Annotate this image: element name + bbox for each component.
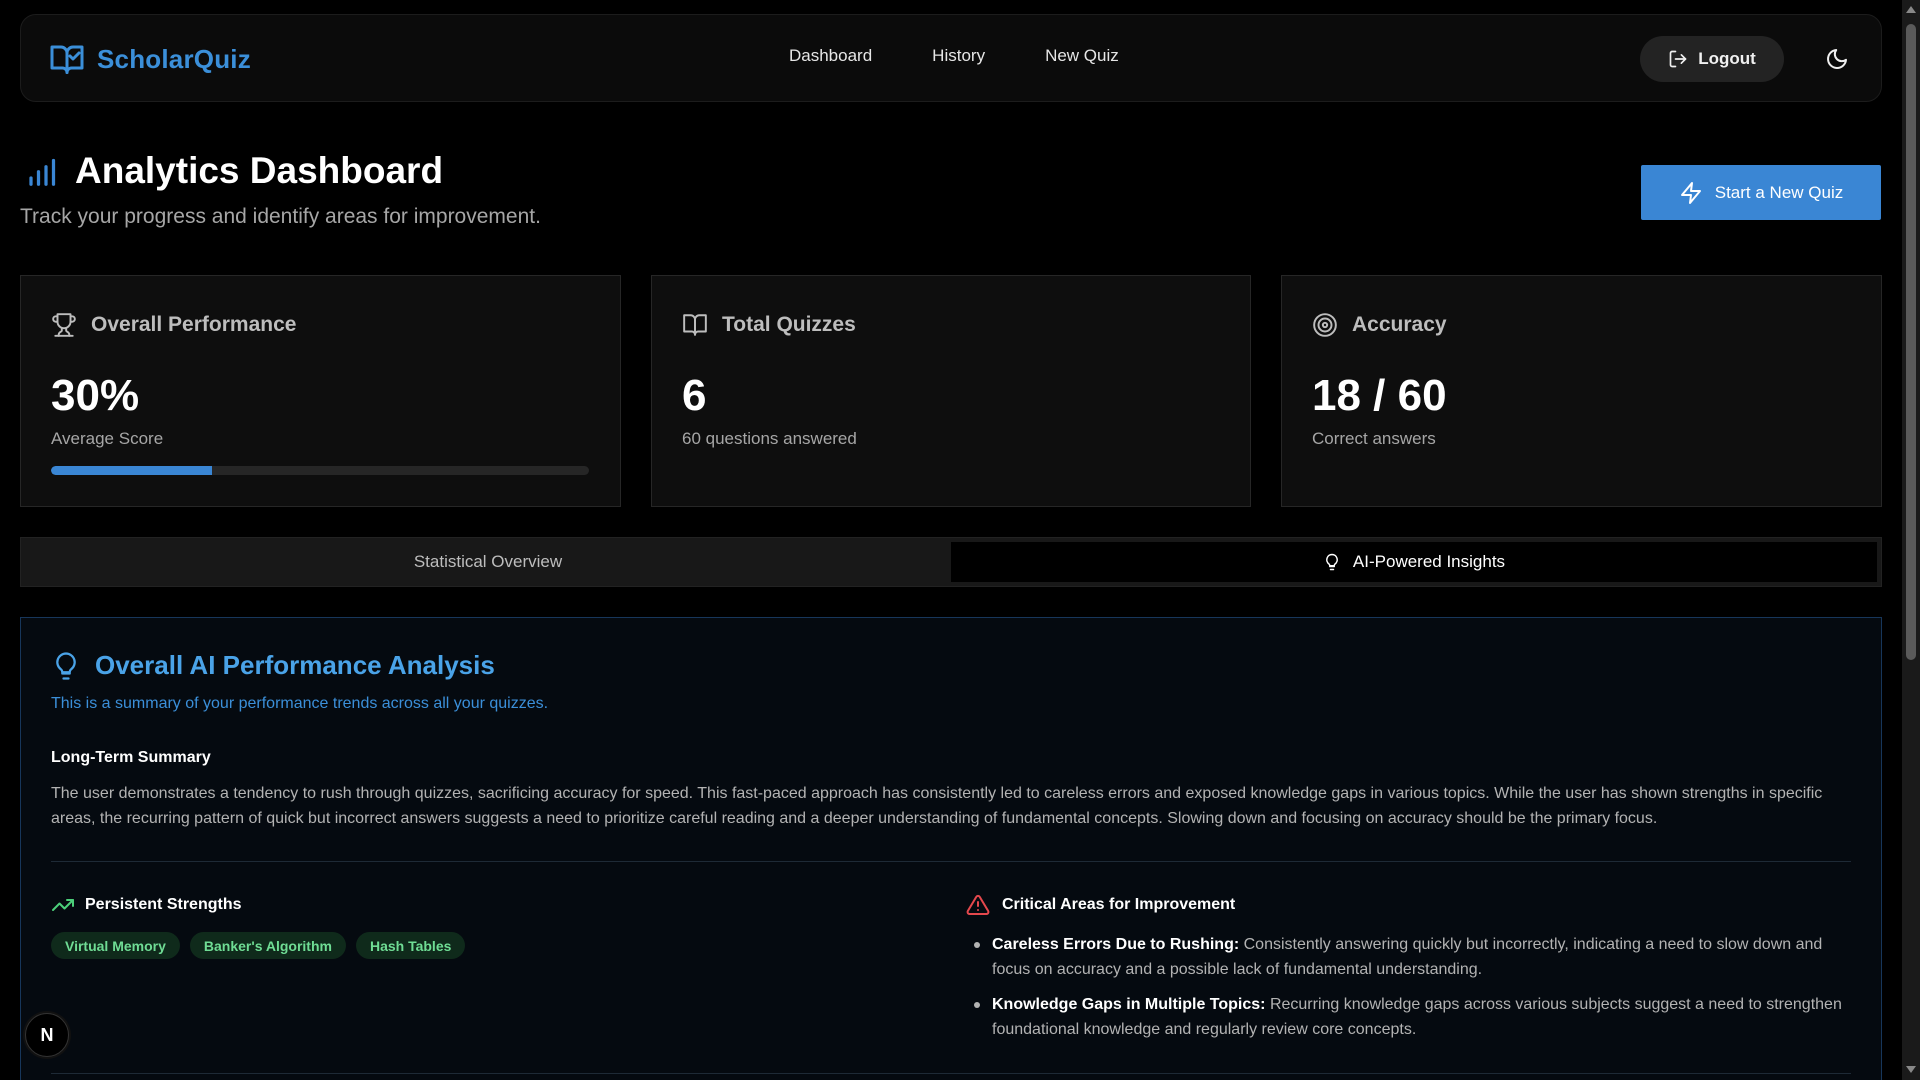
- ai-analysis-panel: Overall AI Performance Analysis This is …: [20, 617, 1882, 1080]
- nextjs-dev-badge[interactable]: N: [25, 1013, 69, 1057]
- improvement-heading: Critical Areas for Improvement: [1002, 896, 1236, 913]
- trending-up-icon: [52, 899, 74, 911]
- improvement-header: Critical Areas for Improvement: [966, 893, 1235, 917]
- page-subtitle: Track your progress and identify areas f…: [20, 205, 541, 228]
- brand-name: ScholarQuiz: [97, 43, 251, 74]
- ai-title-row: Overall AI Performance Analysis: [51, 650, 495, 681]
- lightbulb-icon: [1326, 553, 1338, 571]
- nav-dashboard[interactable]: Dashboard: [789, 46, 872, 66]
- scrollbar-thumb[interactable]: [1906, 24, 1916, 660]
- bar-chart-icon: [29, 158, 56, 186]
- overall-performance-card: Overall Performance 30% Average Score: [20, 275, 621, 507]
- accuracy-caption: Correct answers: [1312, 429, 1436, 448]
- lightbulb-icon: [56, 651, 76, 680]
- nav-links: Dashboard History New Quiz: [789, 46, 1119, 66]
- dashboard-tabs: Statistical Overview AI-Powered Insights: [20, 537, 1882, 587]
- alert-triangle-icon: [966, 894, 990, 915]
- trophy-icon: [52, 313, 76, 337]
- ai-panel-description: This is a summary of your performance tr…: [51, 695, 549, 712]
- improvement-list: Careless Errors Due to Rushing: Consiste…: [972, 932, 1862, 1052]
- start-new-quiz-button[interactable]: Start a New Quiz: [1641, 165, 1881, 220]
- list-item: Knowledge Gaps in Multiple Topics: Recur…: [972, 992, 1862, 1042]
- strengths-heading: Persistent Strengths: [85, 896, 242, 913]
- total-quizzes-value: 6: [682, 371, 707, 420]
- ai-panel-title: Overall AI Performance Analysis: [95, 650, 495, 680]
- bullet: [974, 1002, 980, 1008]
- divider: [51, 1073, 1851, 1074]
- logout-label: Logout: [1698, 49, 1756, 68]
- card-header: Overall Performance: [51, 312, 296, 338]
- moon-icon: [1827, 49, 1847, 69]
- page-title: Analytics Dashboard: [75, 150, 444, 191]
- target-icon: [1313, 313, 1337, 337]
- top-navbar: ScholarQuiz Dashboard History New Quiz L…: [20, 14, 1882, 102]
- long-term-summary-text: The user demonstrates a tendency to rush…: [51, 785, 1823, 827]
- nav-history[interactable]: History: [932, 46, 985, 66]
- improvement-title: Careless Errors Due to Rushing:: [992, 936, 1240, 953]
- tab-ai-insights[interactable]: AI-Powered Insights: [951, 542, 1877, 582]
- tab-label: AI-Powered Insights: [1352, 552, 1506, 571]
- nav-new-quiz[interactable]: New Quiz: [1045, 46, 1119, 66]
- bullet: [974, 942, 980, 948]
- strengths-header: Persistent Strengths: [51, 893, 241, 917]
- questions-answered-caption: 60 questions answered: [682, 429, 857, 448]
- logout-button[interactable]: Logout: [1640, 36, 1784, 82]
- strength-chip: Banker's Algorithm: [189, 932, 346, 959]
- card-label: Accuracy: [1352, 313, 1447, 336]
- theme-toggle-button[interactable]: [1821, 43, 1853, 75]
- strength-chip: Hash Tables: [355, 932, 466, 959]
- divider: [51, 861, 1851, 862]
- score-progress-bar: [51, 466, 589, 475]
- tab-label: Statistical Overview: [413, 552, 563, 571]
- card-header: Total Quizzes: [682, 312, 856, 338]
- card-label: Overall Performance: [91, 313, 297, 336]
- average-score-value: 30%: [51, 371, 140, 420]
- list-item: Careless Errors Due to Rushing: Consiste…: [972, 932, 1862, 982]
- book-check-icon: [50, 45, 84, 74]
- scroll-up-arrow-icon[interactable]: [1906, 6, 1916, 13]
- accuracy-card: Accuracy 18 / 60 Correct answers: [1281, 275, 1882, 507]
- page-scrollbar[interactable]: [1902, 0, 1920, 1080]
- average-score-caption: Average Score: [51, 429, 164, 448]
- scroll-down-arrow-icon[interactable]: [1906, 1066, 1916, 1073]
- improvement-title: Knowledge Gaps in Multiple Topics:: [992, 996, 1266, 1013]
- logout-icon: [1669, 50, 1687, 68]
- card-header: Accuracy: [1312, 312, 1447, 338]
- strength-chip: Virtual Memory: [51, 932, 180, 959]
- start-new-quiz-label: Start a New Quiz: [1714, 182, 1844, 202]
- brand-logo[interactable]: ScholarQuiz: [49, 41, 251, 77]
- score-progress-fill: [51, 466, 213, 475]
- long-term-summary-heading: Long-Term Summary: [51, 749, 211, 766]
- lightning-icon: [1680, 181, 1701, 204]
- accuracy-value: 18 / 60: [1312, 371, 1447, 420]
- book-open-icon: [683, 314, 707, 336]
- card-label: Total Quizzes: [722, 313, 856, 336]
- total-quizzes-card: Total Quizzes 6 60 questions answered: [651, 275, 1251, 507]
- tab-statistical-overview[interactable]: Statistical Overview: [25, 542, 951, 582]
- strength-chips: Virtual Memory Banker's Algorithm Hash T…: [51, 932, 466, 959]
